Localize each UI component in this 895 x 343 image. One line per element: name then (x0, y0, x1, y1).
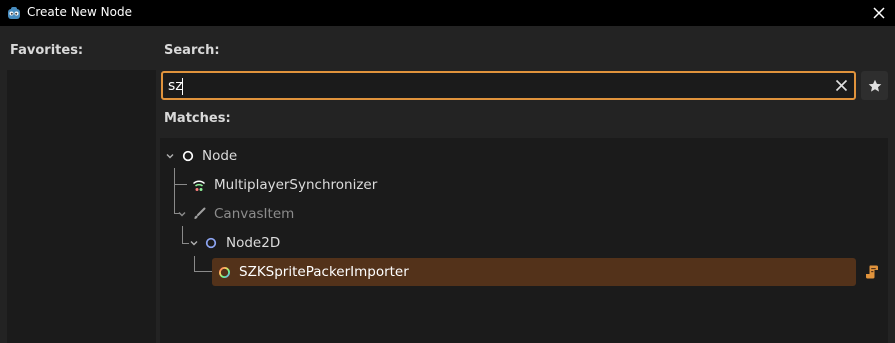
tree-item-node[interactable]: Node (164, 142, 237, 170)
search-label: Search: (164, 43, 220, 58)
tree-item-szkspritepackerimporter[interactable]: SZKSpritePackerImporter (218, 258, 409, 286)
tree-item-label: MultiplayerSynchronizer (214, 177, 378, 193)
tree-guide-line (194, 271, 212, 272)
chevron-down-icon[interactable] (188, 237, 200, 249)
chevron-down-icon[interactable] (164, 150, 176, 162)
star-icon (868, 79, 881, 92)
tree-item-label: CanvasItem (214, 206, 295, 222)
node2d-icon (205, 237, 217, 249)
brush-icon (194, 207, 206, 219)
script-class-icon (219, 266, 230, 278)
text-caret (182, 78, 183, 95)
tree-guide-line (174, 184, 187, 185)
tree-item-node2d[interactable]: Node2D (188, 229, 280, 257)
matches-label: Matches: (164, 111, 231, 126)
chevron-down-icon[interactable] (176, 208, 188, 220)
clear-icon (835, 79, 848, 92)
window-title: Create New Node (27, 5, 132, 19)
tree-guide-line (194, 256, 195, 272)
script-icon (866, 265, 878, 279)
tree-item-label: Node (202, 148, 238, 164)
tree-item-canvasitem[interactable]: CanvasItem (176, 200, 294, 228)
favorites-label: Favorites: (10, 43, 84, 58)
godot-icon (6, 5, 22, 21)
tree-guide-line (174, 168, 175, 214)
multiplayer-synchronizer-icon (192, 180, 206, 191)
favorite-toggle-button[interactable] (861, 71, 888, 100)
tree-item-label: SZKSpritePackerImporter (239, 264, 409, 280)
title-bar: Create New Node (0, 0, 895, 26)
close-icon (873, 7, 885, 19)
tree-guide-line (182, 226, 183, 243)
open-script-button[interactable] (862, 262, 882, 282)
tree-item-label: Node2D (226, 235, 281, 251)
close-button[interactable] (869, 3, 889, 23)
search-input[interactable]: sz (161, 71, 856, 100)
tree-item-multiplayer-synchronizer[interactable]: MultiplayerSynchronizer (192, 171, 377, 199)
clear-search-button[interactable] (833, 77, 850, 94)
search-input-value: sz (168, 78, 183, 94)
node-icon (182, 150, 194, 162)
favorites-list[interactable] (7, 70, 156, 343)
